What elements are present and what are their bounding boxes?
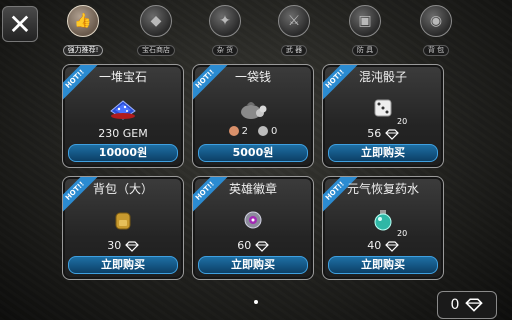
tab-armor[interactable]: ▣ 防 具 [337,5,393,56]
diamond-icon [254,240,269,252]
gem-price-value: 60 [237,239,252,252]
tab-bag[interactable]: ◉ 背 包 [408,5,464,56]
buy-button[interactable]: 立即购买 [328,256,438,274]
shop-item-gem-pile[interactable]: HOT!! 一堆宝石 230 GEM 10000원 [62,64,184,168]
tab-label: 武 器 [280,45,308,56]
shop-item-chaos-dice[interactable]: HOT!! 混沌骰子 20 56 立即购买 [322,64,444,168]
coin-a: 2 [228,126,248,137]
sword-icon: ⚔ [278,5,310,37]
coin-b-value: 0 [271,126,278,137]
coin-a-value: 2 [241,126,248,137]
diamond-icon [384,128,399,140]
item-name: 英雄徽章 [228,182,277,196]
armor-icon: ▣ [349,5,381,37]
gem-price: 40 [323,239,443,252]
coin-amounts: 2 0 [193,126,313,137]
tab-misc[interactable]: ✦ 杂 货 [197,5,253,56]
gem-pile-icon [110,100,136,120]
buy-button[interactable]: 10000원 [68,144,178,162]
page-indicator-dot [254,300,258,304]
tab-label: 背 包 [422,45,450,56]
tab-label: 防 具 [351,45,379,56]
item-name: 一堆宝石 [98,70,147,84]
gem-icon: ◆ [140,5,172,37]
gem-price-value: 56 [367,127,382,140]
gem-price: 60 [193,239,313,252]
item-name: 元气恢复药水 [346,182,419,196]
dice-icon [374,99,392,117]
tab-label: 强力推荐! [62,45,104,56]
shop-item-hero-badge[interactable]: HOT!! 英雄徽章 60 立即购买 [192,176,314,280]
gem-balance[interactable]: 0 [437,291,497,319]
bag-icon: ◉ [420,5,452,37]
diamond-icon [384,240,399,252]
item-count: 20 [397,117,408,126]
thumbs-up-icon: 👍 [67,5,99,37]
gem-price-value: 30 [107,239,122,252]
money-bag-icon [241,102,267,119]
potion-icon [374,210,392,231]
diamond-icon [124,240,139,252]
buy-button[interactable]: 立即购买 [328,144,438,162]
tab-recommended[interactable]: 👍 强力推荐! [55,5,111,56]
backpack-icon [115,212,131,230]
badge-icon [244,211,262,229]
item-amount: 230 GEM [98,127,148,140]
gem-price: 56 [323,127,443,140]
item-name: 一袋钱 [234,70,271,84]
copper-coin-icon [228,126,239,136]
buy-button[interactable]: 5000원 [198,144,308,162]
shop-item-backpack[interactable]: HOT!! 背包（大） 30 立即购买 [62,176,184,280]
shop-item-money-bag[interactable]: HOT!! 一袋钱 2 0 5000원 [192,64,314,168]
item-name: 背包（大） [92,182,153,196]
close-button[interactable]: ✕ [2,6,38,42]
shop-item-potion[interactable]: HOT!! 元气恢复药水 20 40 立即购买 [322,176,444,280]
tab-label: 宝石商店 [137,45,175,56]
item-count: 20 [397,229,408,238]
item-name: 混沌骰子 [358,70,407,84]
tab-weapons[interactable]: ⚔ 武 器 [266,5,322,56]
buy-button[interactable]: 立即购买 [68,256,178,274]
silver-coin-icon [258,126,268,136]
diamond-icon [465,298,484,312]
tab-gem-shop[interactable]: ◆ 宝石商店 [128,5,184,56]
coin-b: 0 [258,126,277,137]
compass-icon: ✦ [209,5,241,37]
gem-balance-value: 0 [450,297,460,313]
buy-button[interactable]: 立即购买 [198,256,308,274]
tab-label: 杂 货 [211,45,239,56]
gem-price: 30 [63,239,183,252]
close-icon: ✕ [8,7,32,41]
gem-price-value: 40 [367,239,382,252]
